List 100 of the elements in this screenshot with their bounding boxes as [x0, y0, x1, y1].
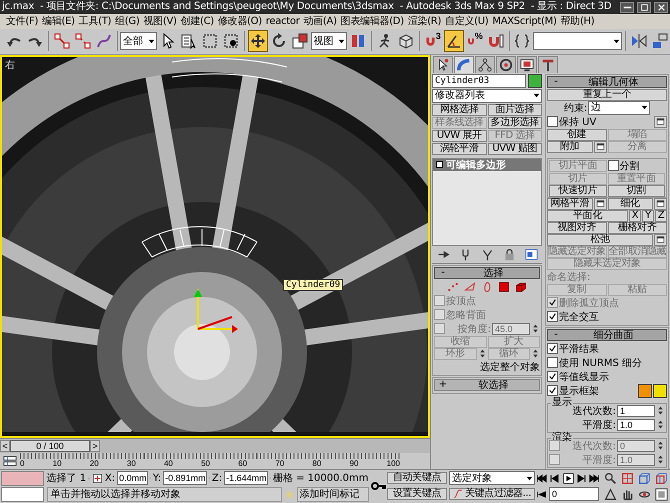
previous-frame-button[interactable]: < — [0, 440, 10, 452]
panel-button[interactable]: 平面化 — [547, 210, 628, 222]
minimize-button[interactable] — [620, 2, 634, 12]
menu-item[interactable]: 文件(F) — [4, 14, 40, 28]
object-name-field[interactable]: Cylinder03 — [432, 74, 526, 88]
modifier-button[interactable]: 面片选择 — [488, 104, 542, 116]
options-button[interactable] — [594, 140, 606, 153]
toolbar-button[interactable] — [444, 30, 464, 52]
menu-item[interactable]: 组(G) — [113, 14, 142, 28]
panel-tab[interactable] — [433, 56, 453, 73]
panel-button[interactable]: 快速切片 — [549, 184, 606, 197]
menu-item[interactable]: 帮助(H) — [558, 14, 596, 28]
panel-button[interactable]: 重复上一个 — [547, 88, 667, 101]
panel-button[interactable]: 切割 — [608, 184, 665, 197]
play-button[interactable] — [562, 472, 574, 485]
viewport[interactable]: 右 Cylinder09 — [0, 54, 430, 438]
panel-button[interactable]: 创建 — [547, 128, 606, 141]
color-swatch[interactable] — [638, 384, 652, 398]
stack-item[interactable]: 可编辑多边形 — [433, 158, 541, 171]
panel-button[interactable]: 视图对齐 — [547, 222, 606, 234]
checkbox[interactable] — [608, 160, 618, 172]
skip-to-end-button[interactable] — [588, 472, 602, 485]
options-button[interactable] — [654, 234, 667, 246]
script-output-field[interactable] — [1, 486, 44, 502]
rollout-header[interactable]: + 软选择 — [434, 378, 540, 391]
axis-button[interactable]: X — [629, 210, 641, 222]
previous-frame-button[interactable] — [548, 472, 561, 485]
script-input-field[interactable] — [1, 470, 44, 486]
time-tag-field[interactable]: 添加时间标记 — [296, 486, 369, 502]
auto-key-button[interactable]: 自动关键点 — [387, 472, 447, 484]
skip-to-start-button[interactable] — [535, 472, 548, 485]
modifier-button[interactable]: UVW 展开 — [432, 130, 486, 142]
panel-tab[interactable] — [538, 56, 558, 73]
checkbox[interactable] — [547, 385, 558, 396]
menu-item[interactable]: 图表编辑器(D) — [338, 14, 406, 28]
toolbar-button[interactable] — [248, 30, 268, 52]
modifier-button[interactable]: 涡轮平滑 — [432, 142, 486, 155]
rollout-header[interactable]: - 选择 — [434, 266, 540, 279]
axis-button[interactable]: Z — [655, 210, 667, 222]
options-button[interactable] — [654, 198, 667, 210]
checkbox[interactable] — [547, 371, 558, 382]
panel-button[interactable]: 栅格对齐 — [608, 222, 667, 234]
panel-tab[interactable] — [517, 56, 537, 73]
set-key-button[interactable]: 设置关键点 — [387, 488, 447, 500]
checkbox[interactable] — [547, 311, 558, 322]
menu-item[interactable]: reactor — [264, 14, 302, 28]
next-frame-button[interactable]: > — [90, 440, 100, 452]
key-filters-button[interactable]: 关键点过滤器... — [449, 488, 535, 500]
close-button[interactable] — [654, 2, 668, 12]
panel-button[interactable]: 松弛 — [547, 234, 653, 246]
key-mode-dropdown[interactable]: 选定对象 — [449, 471, 535, 486]
rollout-header[interactable]: - 细分曲面 — [547, 328, 667, 341]
modifier-list-dropdown[interactable]: 修改器列表 — [432, 88, 542, 103]
configure-button[interactable] — [523, 247, 539, 262]
time-slider-thumb[interactable]: 0 / 100 — [10, 440, 90, 452]
dropdown[interactable]: 边 — [588, 100, 650, 115]
panel-button[interactable]: 网格平滑 — [547, 198, 592, 210]
maximize-button[interactable] — [637, 2, 651, 12]
checkbox[interactable] — [547, 343, 558, 354]
coordinate-field[interactable]: -0.891mm — [163, 471, 207, 486]
magnifier-button[interactable] — [602, 470, 618, 486]
subobject-button[interactable] — [496, 280, 512, 294]
menu-item[interactable]: 修改器(O) — [216, 14, 264, 28]
modifier-button[interactable]: 多边形选择 — [488, 116, 542, 129]
menu-item[interactable]: 创建(C) — [178, 14, 216, 28]
menu-item[interactable]: 动画(A) — [302, 14, 339, 28]
triangle-view-button[interactable] — [602, 486, 618, 502]
checkbox[interactable] — [547, 116, 558, 128]
panel-button[interactable]: 细化 — [608, 198, 653, 210]
options-button[interactable] — [594, 198, 606, 210]
coordinate-field[interactable]: -1.644mm — [224, 471, 268, 486]
menu-item[interactable]: 工具(T) — [76, 14, 114, 28]
dropdown[interactable] — [533, 32, 622, 50]
panel-tab[interactable] — [496, 56, 516, 73]
object-color-swatch[interactable] — [528, 74, 542, 88]
dropdown[interactable]: 视图 — [310, 32, 348, 50]
menu-item[interactable]: 自定义(U) — [443, 14, 490, 28]
number-field[interactable]: 1.0 — [617, 418, 655, 431]
panel-button[interactable]: 附加 — [547, 140, 592, 153]
checkbox[interactable] — [547, 357, 558, 368]
number-field[interactable]: 1 — [617, 404, 655, 417]
dropdown[interactable]: 全部 — [120, 32, 158, 50]
color-swatch[interactable] — [653, 384, 667, 398]
toolbar-button[interactable]: % — [464, 30, 485, 52]
modifier-button[interactable]: UVW 贴图 — [488, 142, 542, 155]
axis-button[interactable]: Y — [642, 210, 654, 222]
maximize-view-button[interactable] — [653, 486, 669, 502]
toolbar-button[interactable]: 3 — [422, 30, 443, 52]
frame-field[interactable]: 0 — [549, 487, 599, 502]
modifier-button[interactable]: 网格选择 — [432, 104, 486, 116]
viewport-label[interactable]: 右 — [5, 58, 15, 72]
menu-item[interactable]: 编辑(E) — [40, 14, 77, 28]
options-button[interactable] — [654, 116, 667, 128]
menu-item[interactable]: MAXScript(M) — [490, 14, 559, 28]
menu-item[interactable]: 视图(V) — [141, 14, 179, 28]
rollout-header[interactable]: - 编辑几何体 — [547, 76, 667, 88]
panel-tab[interactable] — [475, 56, 495, 73]
coordinate-field[interactable]: 0.0mm — [117, 471, 148, 486]
menu-item[interactable]: 渲染(R) — [406, 14, 444, 28]
next-frame-button[interactable] — [575, 472, 588, 485]
